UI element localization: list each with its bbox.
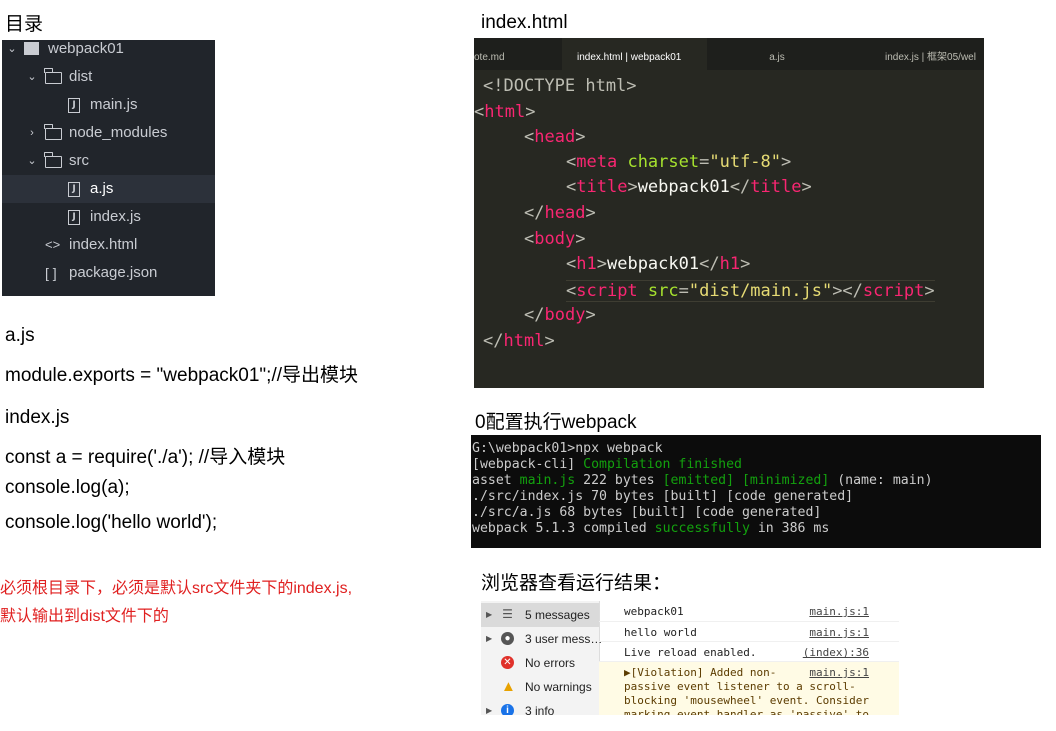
code-line: <meta charset="utf-8">: [566, 152, 792, 172]
tree-item-label: package.json: [69, 264, 158, 281]
sidebar-item-label: 3 user mess…: [525, 632, 603, 646]
index-js-line: const a = require('./a'); //导入模块: [5, 447, 286, 468]
folder-icon: [44, 124, 62, 140]
code-line: </html>: [483, 331, 555, 351]
info-icon: i: [501, 704, 514, 715]
directory-heading: 目录: [5, 14, 44, 35]
file-explorer: ⌄ webpack01 ⌄ dist J main.js › node_modu…: [2, 40, 215, 296]
code-line: <head>: [524, 127, 586, 147]
tree-root-label: webpack01: [48, 40, 124, 57]
chevron-down-icon[interactable]: ⌄: [27, 63, 37, 91]
code-line: </head>: [524, 203, 596, 223]
code-line: <title>webpack01</title>: [566, 177, 812, 197]
open-folder-icon: [44, 68, 62, 84]
tree-item-node-modules[interactable]: › node_modules: [2, 119, 215, 147]
index-js-line: console.log(a);: [5, 477, 130, 498]
code-editor: ote.md index.html | webpack01 a.js index…: [474, 38, 984, 388]
devtools-console: ▶ ☰ 5 messages ▶ ● 3 user mess… ✕ No err…: [481, 601, 903, 715]
index-js-line: console.log('hello world');: [5, 512, 218, 533]
index-js-title: index.js: [5, 407, 70, 428]
sidebar-item-info[interactable]: ▶ i 3 info: [481, 699, 599, 715]
console-message: webpack01 main.js:1: [599, 601, 899, 622]
tree-item-label: node_modules: [69, 124, 168, 141]
editor-tab-bar: ote.md index.html | webpack01 a.js index…: [474, 38, 984, 70]
code-line: <body>: [524, 229, 586, 249]
console-message-text: hello world: [624, 626, 697, 639]
zero-config-heading: 0配置执行webpack: [475, 412, 637, 433]
tree-item-main-js[interactable]: J main.js: [2, 91, 215, 119]
console-source-link[interactable]: main.js:1: [809, 605, 869, 618]
console-source-link[interactable]: main.js:1: [809, 666, 869, 679]
terminal-line: G:\webpack01>npx webpack: [472, 441, 663, 456]
open-folder-icon: [44, 152, 62, 168]
console-sidebar: ▶ ☰ 5 messages ▶ ● 3 user mess… ✕ No err…: [481, 601, 603, 715]
code-line: </body>: [524, 305, 596, 325]
chevron-right-icon[interactable]: ▶: [486, 603, 492, 627]
tree-item-label: src: [69, 152, 89, 169]
code-line-current: <script src="dist/main.js"></script>: [566, 280, 935, 302]
code-brackets-icon: <>: [45, 237, 61, 252]
tree-item-a-js[interactable]: J a.js: [2, 175, 215, 203]
a-js-code: module.exports = "webpack01";//导出模块: [5, 365, 359, 386]
tree-item-label: dist: [69, 68, 93, 85]
sidebar-item-warnings[interactable]: ▲ No warnings: [481, 675, 599, 699]
tab-index-html[interactable]: index.html | webpack01: [562, 38, 707, 70]
sidebar-item-messages[interactable]: ▶ ☰ 5 messages: [481, 603, 599, 627]
tree-item-label: a.js: [90, 180, 114, 197]
js-file-icon: J: [68, 182, 80, 197]
tree-item-label: index.html: [69, 236, 138, 253]
json-brackets-icon: [ ]: [45, 265, 57, 281]
console-message: Live reload enabled. (index):36: [599, 642, 899, 662]
console-message-text: Live reload enabled.: [624, 646, 757, 659]
terminal-line: ./src/index.js 70 bytes [built] [code ge…: [472, 489, 854, 504]
code-line: <h1>webpack01</h1>: [566, 254, 751, 274]
warning-icon: ▲: [501, 678, 516, 695]
chevron-right-icon[interactable]: ▶: [486, 699, 492, 715]
tree-item-package-json[interactable]: [ ] package.json: [2, 259, 215, 287]
browser-result-heading: 浏览器查看运行结果：: [481, 573, 672, 594]
sidebar-item-label: No warnings: [525, 680, 592, 694]
tree-item-src[interactable]: ⌄ src: [2, 147, 215, 175]
note-line: 必须根目录下，必须是默认src文件夹下的index.js,: [0, 580, 353, 597]
sidebar-item-label: 3 info: [525, 704, 555, 715]
user-icon: ●: [501, 632, 514, 645]
js-file-icon: J: [68, 210, 80, 225]
folder-icon: [24, 42, 39, 55]
tree-item-index-html[interactable]: <> index.html: [2, 231, 215, 259]
a-js-title: a.js: [5, 325, 35, 346]
code-line: <!DOCTYPE html>: [483, 76, 637, 96]
terminal-line: webpack 5.1.3 compiled successfully in 3…: [472, 521, 830, 536]
list-icon: ☰: [502, 607, 513, 621]
console-source-link[interactable]: (index):36: [803, 646, 869, 659]
sidebar-item-label: 5 messages: [525, 608, 590, 622]
error-icon: ✕: [501, 656, 514, 669]
chevron-right-icon[interactable]: ▶: [486, 627, 492, 651]
console-message: hello world main.js:1: [599, 622, 899, 642]
tab-index-js[interactable]: index.js | 框架05/wel: [847, 38, 984, 70]
terminal-output: G:\webpack01>npx webpack [webpack-cli] C…: [471, 435, 1041, 548]
console-message-text: webpack01: [624, 605, 684, 618]
tab-ote-md[interactable]: ote.md: [474, 38, 562, 70]
index-html-heading: index.html: [481, 12, 568, 33]
sidebar-item-label: No errors: [525, 656, 576, 670]
note-line: 默认输出到dist文件下的: [0, 608, 169, 625]
tree-item-index-js[interactable]: J index.js: [2, 203, 215, 231]
terminal-line: [webpack-cli] Compilation finished: [472, 457, 742, 472]
terminal-line: asset main.js 222 bytes [emitted] [minim…: [472, 473, 933, 488]
terminal-line: ./src/a.js 68 bytes [built] [code genera…: [472, 505, 822, 520]
js-file-icon: J: [68, 98, 80, 113]
tree-item-label: index.js: [90, 208, 141, 225]
tree-root-webpack01[interactable]: ⌄ webpack01: [2, 35, 215, 63]
tree-item-label: main.js: [90, 96, 138, 113]
tab-a-js[interactable]: a.js: [707, 38, 847, 70]
tree-item-dist[interactable]: ⌄ dist: [2, 63, 215, 91]
sidebar-item-user-messages[interactable]: ▶ ● 3 user mess…: [481, 627, 603, 651]
chevron-down-icon[interactable]: ⌄: [27, 147, 37, 175]
console-violation-message[interactable]: ▶[Violation] Added non- passive event li…: [599, 662, 899, 715]
console-source-link[interactable]: main.js:1: [809, 626, 869, 639]
chevron-right-icon[interactable]: ›: [27, 119, 37, 147]
code-line: <html>: [474, 102, 536, 122]
chevron-down-icon[interactable]: ⌄: [7, 35, 17, 63]
sidebar-item-errors[interactable]: ✕ No errors: [481, 651, 599, 675]
